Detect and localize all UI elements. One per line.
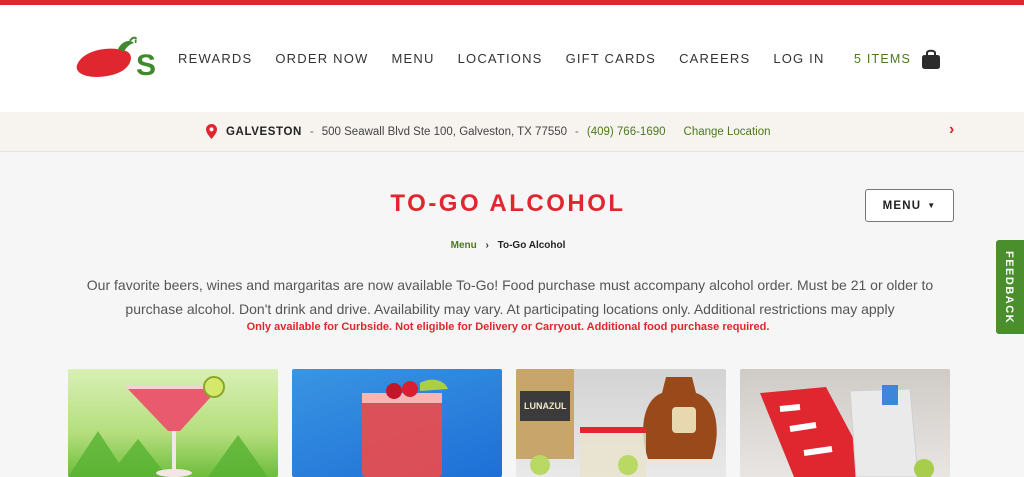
- page-title: TO-GO ALCOHOL: [390, 190, 626, 217]
- site-header: S ' REWARDS ORDER NOW MENU LOCATIONS GIF…: [0, 5, 1024, 112]
- chevron-right-icon[interactable]: ›: [949, 121, 954, 139]
- nav-gift-cards[interactable]: GIFT CARDS: [566, 51, 657, 66]
- page-description: Our favorite beers, wines and margaritas…: [86, 277, 934, 317]
- menu-dropdown-button[interactable]: MENU ▼: [865, 189, 954, 222]
- caret-down-icon: ▼: [927, 201, 937, 210]
- nav-careers[interactable]: CAREERS: [679, 51, 750, 66]
- nav-locations[interactable]: LOCATIONS: [458, 51, 543, 66]
- location-phone[interactable]: (409) 766-1690: [587, 126, 666, 138]
- svg-text:S: S: [136, 49, 156, 82]
- product-card-cocktail[interactable]: [292, 369, 502, 477]
- change-location-link[interactable]: Change Location: [684, 126, 771, 138]
- togo-bag-image: [760, 385, 934, 477]
- feedback-label: FEEDBACK: [1003, 251, 1015, 325]
- menu-dropdown-label: MENU: [882, 199, 922, 212]
- location-row: GALVESTON - 500 Seawall Blvd Ste 100, Ga…: [206, 124, 771, 139]
- nav-menu[interactable]: MENU: [392, 51, 435, 66]
- location-separator: -: [309, 125, 314, 138]
- product-card-margarita[interactable]: [68, 369, 278, 477]
- location-separator: -: [575, 125, 579, 138]
- nav-order-now[interactable]: ORDER NOW: [275, 51, 368, 66]
- product-card-togo-bag[interactable]: [740, 369, 950, 477]
- location-pin-icon: [206, 124, 217, 139]
- main-nav: REWARDS ORDER NOW MENU LOCATIONS GIFT CA…: [178, 51, 848, 66]
- cocktail-image: [362, 379, 448, 477]
- feedback-tab[interactable]: FEEDBACK: [996, 240, 1024, 334]
- nav-log-in[interactable]: LOG IN: [773, 51, 824, 66]
- location-bar: GALVESTON - 500 Seawall Blvd Ste 100, Ga…: [0, 112, 1024, 152]
- product-grid: LUNAZUL: [68, 369, 964, 477]
- margarita-image: [68, 376, 268, 477]
- cart-item-count[interactable]: 5 ITEMS: [854, 52, 911, 66]
- breadcrumb-current: To-Go Alcohol: [497, 240, 566, 251]
- svg-text:': ': [134, 36, 137, 52]
- nav-rewards[interactable]: REWARDS: [178, 51, 252, 66]
- location-city: GALVESTON: [226, 125, 302, 138]
- breadcrumb: Menu › To-Go Alcohol: [0, 240, 1016, 251]
- curbside-notice: Only available for Curbside. Not eligibl…: [246, 321, 770, 333]
- svg-text:LUNAZUL: LUNAZUL: [524, 401, 567, 411]
- product-card-tequila[interactable]: LUNAZUL: [516, 369, 726, 477]
- tequila-image: LUNAZUL: [516, 369, 717, 477]
- breadcrumb-menu-link[interactable]: Menu: [451, 240, 477, 251]
- chilis-logo[interactable]: S ': [74, 35, 158, 83]
- shopping-bag-icon[interactable]: [921, 48, 941, 70]
- breadcrumb-separator: ›: [485, 240, 489, 251]
- location-address: 500 Seawall Blvd Ste 100, Galveston, TX …: [321, 125, 568, 138]
